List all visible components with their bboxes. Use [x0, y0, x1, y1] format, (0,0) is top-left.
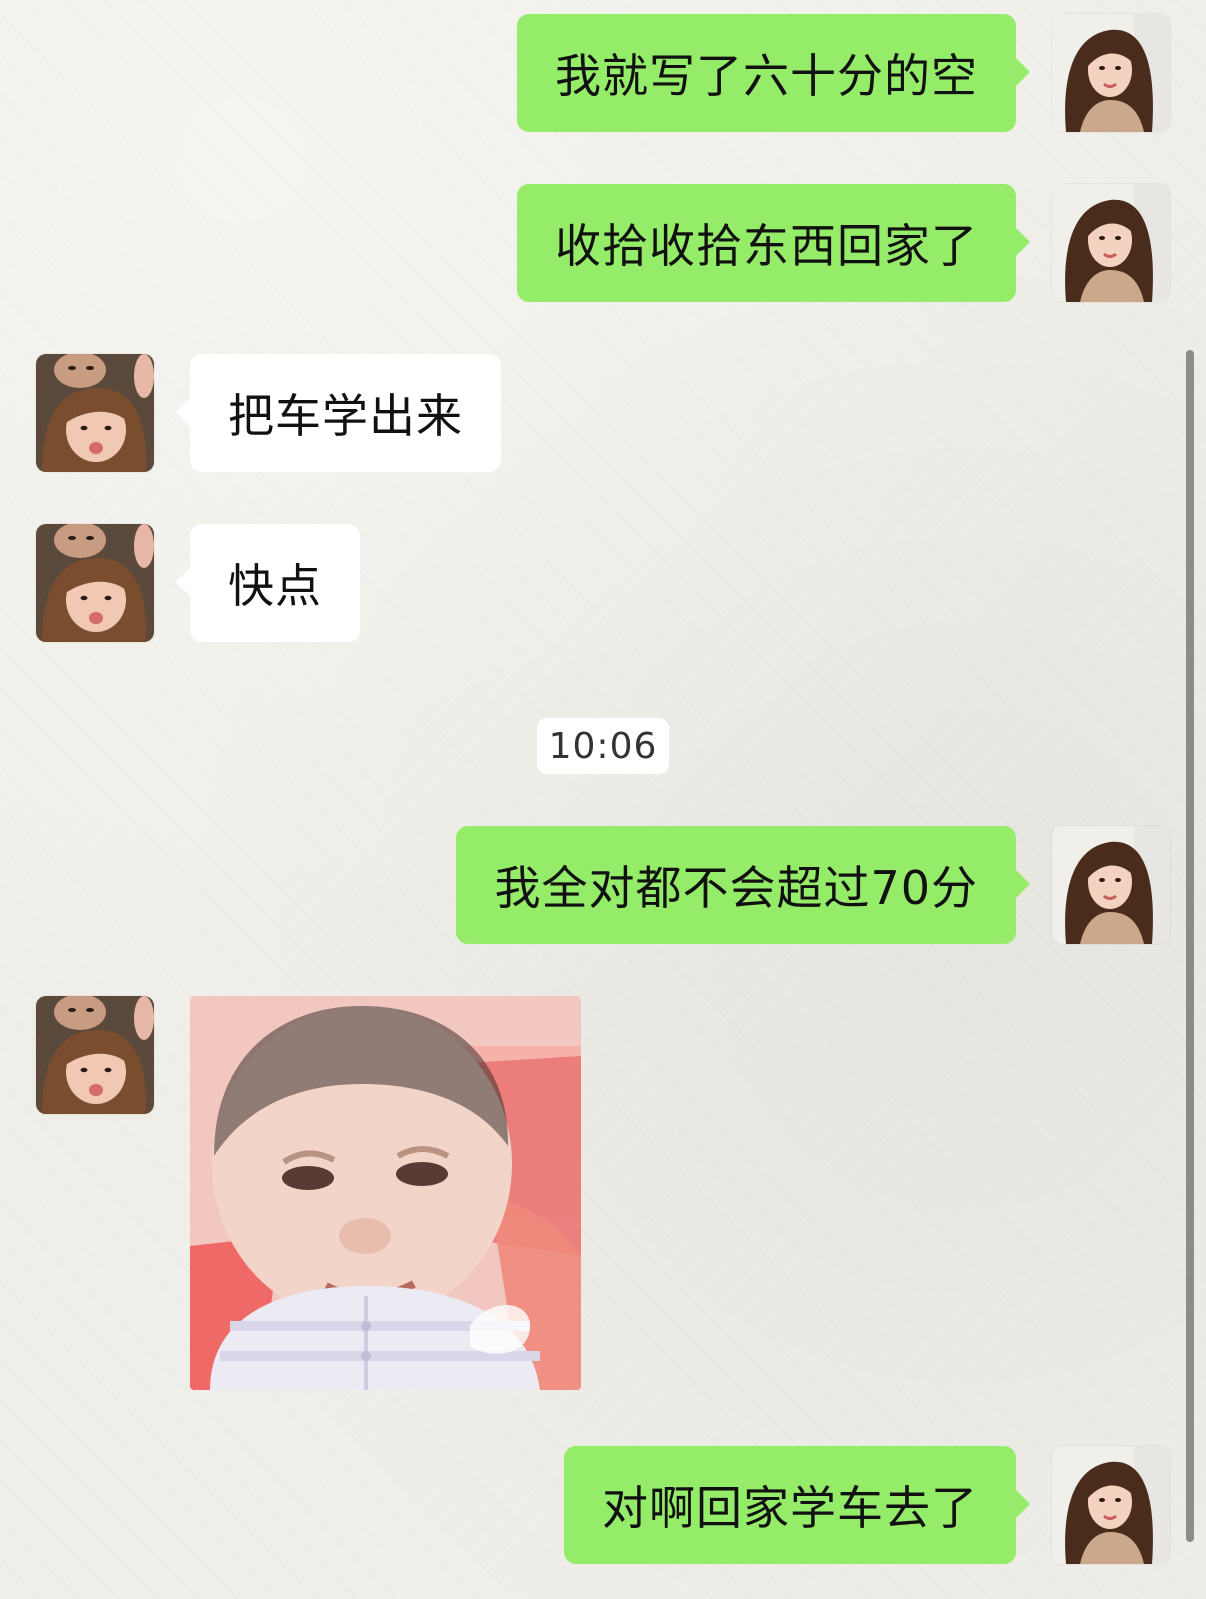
message-incoming: 把车学出来 [36, 354, 501, 472]
chat-history[interactable]: 我就写了六十分的空 收拾收拾东西回家了 把车学出来 快点 10:06 我全对都不… [0, 0, 1206, 1599]
friend-avatar-icon[interactable] [36, 996, 154, 1114]
timestamp: 10:06 [537, 718, 669, 774]
message-text: 我就写了六十分的空 [555, 49, 978, 103]
bubble-tail [1016, 870, 1030, 898]
friend-avatar-icon[interactable] [36, 524, 154, 642]
message-bubble[interactable]: 我就写了六十分的空 [517, 14, 1030, 132]
message-outgoing: 对啊回家学车去了 [564, 1446, 1170, 1564]
bubble-tail [1016, 1490, 1030, 1518]
bubble-tail [176, 398, 190, 426]
message-text: 把车学出来 [228, 389, 463, 443]
bubble-tail [1016, 228, 1030, 256]
message-incoming: 快点 [36, 524, 360, 642]
message-bubble[interactable]: 快点 [176, 524, 360, 642]
message-text: 对啊回家学车去了 [602, 1481, 978, 1535]
bubble-tail [1016, 58, 1030, 86]
girl-avatar-icon[interactable] [1052, 826, 1170, 944]
message-outgoing: 我就写了六十分的空 [517, 14, 1170, 132]
message-text: 我全对都不会超过70分 [494, 861, 978, 915]
message-bubble[interactable]: 我全对都不会超过70分 [456, 826, 1030, 944]
message-outgoing: 我全对都不会超过70分 [456, 826, 1170, 944]
bubble-tail [176, 568, 190, 596]
smiling-baby-sticker[interactable] [190, 996, 581, 1390]
message-bubble[interactable]: 对啊回家学车去了 [564, 1446, 1030, 1564]
message-bubble[interactable]: 把车学出来 [176, 354, 501, 472]
message-outgoing: 收拾收拾东西回家了 [517, 184, 1170, 302]
message-incoming-sticker [36, 996, 581, 1390]
message-bubble[interactable]: 收拾收拾东西回家了 [517, 184, 1030, 302]
friend-avatar-icon[interactable] [36, 354, 154, 472]
girl-avatar-icon[interactable] [1052, 1446, 1170, 1564]
message-text: 收拾收拾东西回家了 [555, 219, 978, 273]
message-text: 快点 [228, 559, 322, 613]
girl-avatar-icon[interactable] [1052, 184, 1170, 302]
girl-avatar-icon[interactable] [1052, 14, 1170, 132]
scrollbar[interactable] [1186, 350, 1194, 1542]
